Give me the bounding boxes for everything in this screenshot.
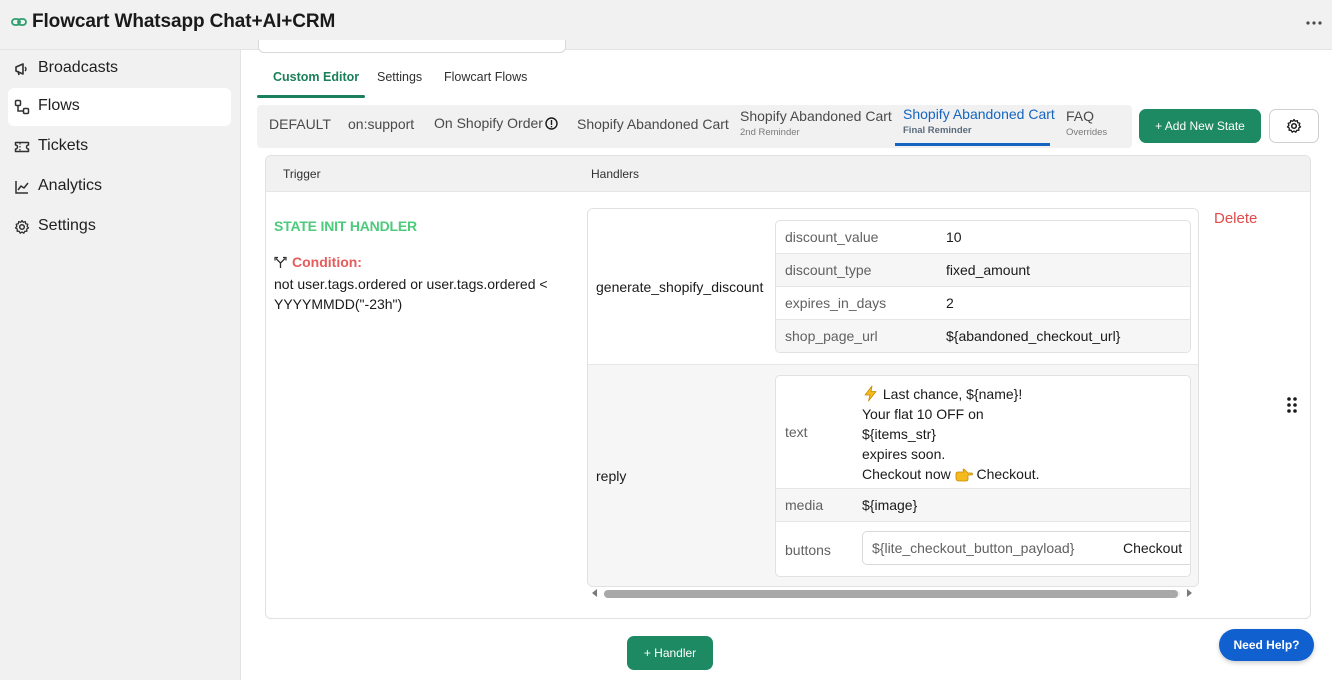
column-header-trigger: Trigger — [283, 167, 321, 181]
handler-name: reply — [596, 468, 627, 484]
add-handler-button[interactable]: + Handler — [627, 636, 713, 670]
gear-icon — [14, 219, 30, 234]
param-key: expires_in_days — [785, 295, 887, 311]
param-key: text — [785, 424, 808, 440]
scroll-left-icon[interactable] — [590, 588, 600, 598]
param-value[interactable]: fixed_amount — [946, 262, 1030, 278]
param-key: discount_type — [785, 262, 872, 278]
state-tab-title: FAQ — [1066, 108, 1095, 124]
state-tab-shopify-abandoned-cart[interactable]: Shopify Abandoned Cart — [577, 116, 729, 132]
param-value[interactable]: 2 — [946, 295, 954, 311]
sidebar-item-tickets[interactable]: Tickets — [8, 128, 231, 166]
megaphone-icon — [15, 63, 27, 76]
top-bar: Flowcart Whatsapp Chat+AI+CRM — [0, 0, 1332, 50]
handlers-list: generate_shopify_discount discount_value… — [587, 208, 1199, 587]
param-row: expires_in_days 2 — [776, 287, 1190, 320]
param-key: discount_value — [785, 229, 879, 245]
table-header: Trigger Handlers — [266, 156, 1310, 192]
state-tab-subtitle: 2nd Reminder — [740, 127, 800, 138]
scroll-right-icon[interactable] — [1184, 588, 1194, 598]
param-key: buttons — [785, 542, 831, 558]
sidebar-item-label: Analytics — [38, 177, 103, 194]
more-horizontal-icon — [1306, 21, 1322, 25]
lightning-icon — [864, 385, 877, 402]
param-row: text Last chance, ${name}! Your flat 10 … — [776, 376, 1190, 489]
state-tab-on-support[interactable]: on:support — [348, 116, 414, 132]
sidebar-item-label: Tickets — [38, 137, 89, 154]
scroll-thumb[interactable] — [604, 590, 1178, 598]
param-value[interactable]: ${abandoned_checkout_url} — [946, 328, 1120, 344]
state-tab-title: On Shopify Order — [434, 115, 558, 131]
state-tab-subtitle: Final Reminder — [903, 125, 972, 136]
param-row: discount_value 10 — [776, 221, 1190, 254]
flow-icon — [14, 99, 30, 115]
sidebar-item-label: Flows — [38, 97, 80, 114]
gear-icon — [1286, 118, 1302, 133]
state-tab-title: Shopify Abandoned Cart — [903, 106, 1055, 122]
active-state-indicator — [895, 143, 1050, 146]
more-options-button[interactable] — [1302, 12, 1326, 34]
sidebar-item-label: Broadcasts — [38, 59, 119, 76]
handler-params-table: text Last chance, ${name}! Your flat 10 … — [775, 375, 1191, 577]
button-title: Checkout — [1123, 540, 1183, 556]
condition-label: Condition: — [274, 254, 362, 270]
info-icon — [545, 117, 558, 130]
handler-name: generate_shopify_discount — [596, 279, 764, 295]
sidebar-item-broadcasts[interactable]: Broadcasts — [8, 50, 231, 88]
ticket-icon — [14, 141, 30, 153]
state-tab-abandoned-cart-2nd-reminder[interactable]: Shopify Abandoned Cart 2nd Reminder — [740, 108, 892, 138]
state-tab-subtitle: Overrides — [1066, 127, 1108, 138]
state-tab-title: DEFAULT — [269, 116, 331, 132]
state-settings-button[interactable] — [1269, 109, 1319, 143]
tab-custom-editor[interactable]: Custom Editor — [273, 70, 359, 84]
drag-handle-icon[interactable] — [1285, 396, 1299, 414]
state-tab-title: Shopify Abandoned Cart — [740, 108, 892, 124]
branch-icon — [274, 256, 287, 268]
param-row: shop_page_url ${abandoned_checkout_url} — [776, 320, 1190, 352]
state-tab-abandoned-cart-final-reminder[interactable]: Shopify Abandoned Cart Final Reminder — [903, 106, 1055, 136]
sidebar-item-flows[interactable]: Flows — [8, 88, 231, 126]
state-tab-title: Shopify Abandoned Cart — [577, 116, 729, 132]
param-row: media ${image} — [776, 489, 1190, 522]
sidebar-item-analytics[interactable]: Analytics — [8, 168, 231, 206]
chart-icon — [15, 181, 29, 194]
app-title: Flowcart Whatsapp Chat+AI+CRM — [32, 11, 336, 32]
need-help-button[interactable]: Need Help? — [1219, 629, 1314, 661]
active-tab-indicator — [257, 95, 365, 98]
condition-text: not user.tags.ordered or user.tags.order… — [274, 276, 548, 312]
state-tab-title: on:support — [348, 116, 415, 132]
horizontal-scrollbar[interactable] — [587, 587, 1199, 599]
sidebar: Broadcasts Flows Tickets Analytics Setti… — [0, 50, 241, 680]
state-tab-on-shopify-order[interactable]: On Shopify Order — [434, 115, 558, 131]
reply-button-item[interactable]: ${lite_checkout_button_payload} Checkout — [862, 531, 1190, 565]
param-row: buttons ${lite_checkout_button_payload} … — [776, 522, 1190, 576]
param-key: shop_page_url — [785, 328, 878, 344]
param-row: discount_type fixed_amount — [776, 254, 1190, 287]
handler-params-table: discount_value 10 discount_type fixed_am… — [775, 220, 1191, 353]
button-payload: ${lite_checkout_button_payload} — [872, 540, 1075, 556]
reply-text-value[interactable]: Last chance, ${name}! Your flat 10 OFF o… — [862, 384, 1040, 484]
state-tabs-bar: DEFAULT on:support On Shopify Order Shop… — [257, 105, 1132, 148]
sidebar-item-label: Settings — [38, 217, 96, 234]
param-value[interactable]: 10 — [946, 229, 962, 245]
handlers-table: Trigger Handlers STATE INIT HANDLER Cond… — [265, 155, 1311, 619]
add-new-state-button[interactable]: + Add New State — [1139, 109, 1261, 143]
flow-selector-box[interactable] — [258, 40, 566, 53]
state-tab-faq[interactable]: FAQ Overrides — [1066, 108, 1107, 138]
pointing-hand-icon — [955, 468, 973, 482]
sidebar-item-settings[interactable]: Settings — [8, 208, 231, 246]
trigger-title: STATE INIT HANDLER — [274, 218, 417, 234]
handler-row[interactable]: reply text Last chance, ${name}! Your fl… — [588, 365, 1198, 586]
tab-flowcart-flows[interactable]: Flowcart Flows — [444, 70, 527, 84]
handler-row[interactable]: generate_shopify_discount discount_value… — [588, 209, 1198, 365]
param-value[interactable]: ${image} — [862, 497, 917, 513]
link-icon — [11, 18, 27, 26]
param-key: media — [785, 497, 824, 513]
column-header-handlers: Handlers — [591, 167, 640, 181]
delete-button[interactable]: Delete — [1214, 210, 1257, 227]
tab-settings[interactable]: Settings — [377, 70, 422, 84]
state-tab-default[interactable]: DEFAULT — [269, 116, 331, 132]
